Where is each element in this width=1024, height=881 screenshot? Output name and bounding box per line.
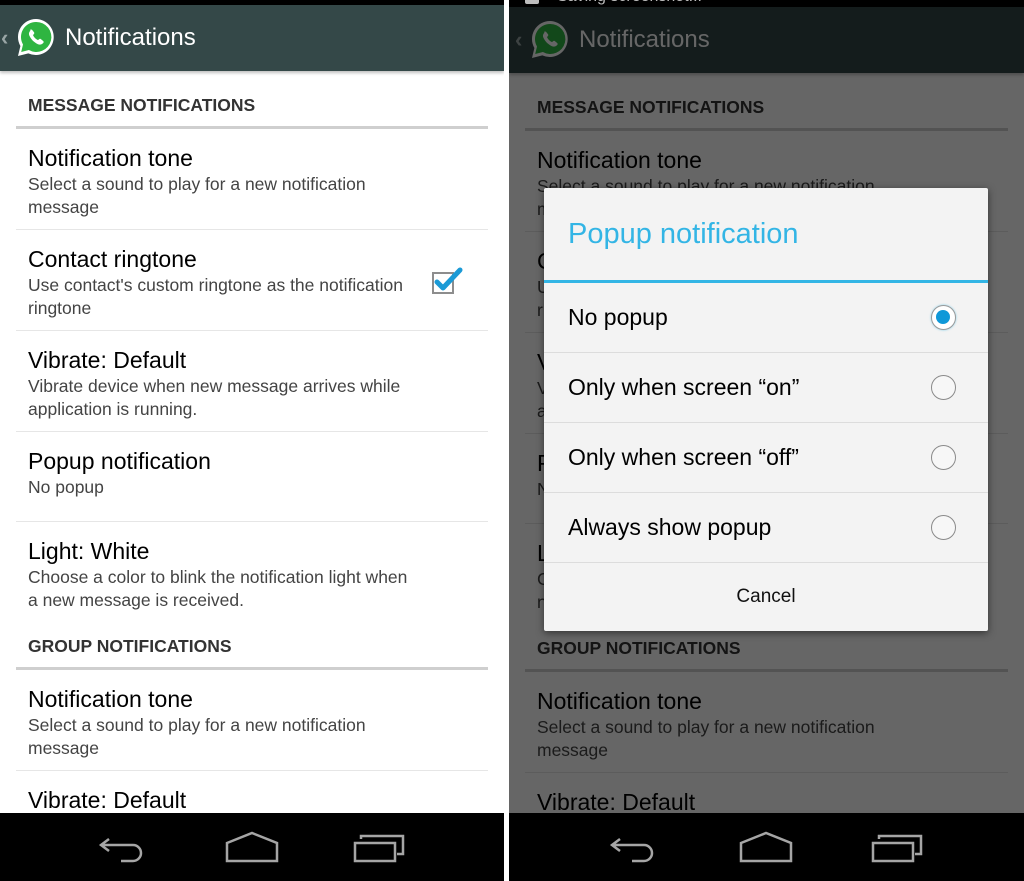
pref-title: Popup notification — [28, 448, 211, 474]
option-label: Always show popup — [568, 514, 772, 540]
recents-icon — [871, 834, 923, 863]
home-button[interactable] — [222, 827, 282, 867]
pref-summary: Select a sound to play for a new notific… — [28, 174, 366, 217]
recents-button[interactable] — [350, 827, 410, 867]
back-icon — [609, 838, 653, 863]
option-screen-on[interactable]: Only when screen “on” — [544, 353, 988, 423]
option-label: Only when screen “on” — [568, 374, 800, 400]
category-message-notifications: MESSAGE NOTIFICATIONS — [16, 71, 488, 129]
category-group-notifications: GROUP NOTIFICATIONS — [16, 622, 488, 670]
radio-selected[interactable] — [931, 305, 956, 330]
chevron-left-icon[interactable]: ‹ — [1, 25, 13, 51]
pref-vibrate[interactable]: Vibrate: Default Vibrate device when new… — [16, 331, 488, 432]
radio-unselected[interactable] — [931, 515, 956, 540]
radio-unselected[interactable] — [931, 375, 956, 400]
pref-group-vibrate[interactable]: Vibrate: Default — [16, 771, 488, 813]
pref-title: Notification tone — [28, 145, 193, 171]
pref-title: Vibrate: Default — [28, 787, 187, 813]
option-label: Only when screen “off” — [568, 444, 799, 470]
pref-title: Light: White — [28, 538, 150, 564]
pref-popup-notification[interactable]: Popup notification No popup — [16, 432, 488, 522]
checkmark-icon — [434, 267, 463, 291]
cancel-button[interactable]: Cancel — [544, 563, 988, 631]
status-bar: Saving screenshot... — [509, 0, 1024, 7]
contact-ringtone-checkbox[interactable] — [432, 267, 463, 294]
pref-summary: Choose a color to blink the notification… — [28, 567, 408, 610]
page-title: Notifications — [65, 24, 196, 51]
phone-screen-right: Saving screenshot... ‹ Notifications MES… — [509, 0, 1024, 881]
pref-notification-tone[interactable]: Notification tone Select a sound to play… — [16, 129, 488, 230]
pref-group-notification-tone[interactable]: Notification tone Select a sound to play… — [16, 670, 488, 771]
option-always-show[interactable]: Always show popup — [544, 493, 988, 563]
status-text: Saving screenshot... — [557, 0, 702, 6]
pref-light[interactable]: Light: White Choose a color to blink the… — [16, 522, 488, 622]
navigation-bar — [0, 813, 504, 881]
whatsapp-logo-icon[interactable] — [13, 15, 59, 61]
radio-unselected[interactable] — [931, 445, 956, 470]
settings-list: MESSAGE NOTIFICATIONS Notification tone … — [0, 71, 504, 813]
pref-contact-ringtone[interactable]: Contact ringtone Use contact's custom ri… — [16, 230, 488, 331]
recents-button[interactable] — [868, 827, 928, 867]
pref-summary: Use contact's custom ringtone as the not… — [28, 275, 403, 318]
pref-title: Contact ringtone — [28, 246, 197, 272]
recents-icon — [353, 834, 405, 863]
pref-summary: Vibrate device when new message arrives … — [28, 376, 401, 419]
back-icon — [98, 838, 143, 863]
home-icon — [740, 831, 793, 863]
option-no-popup[interactable]: No popup — [544, 283, 988, 353]
option-screen-off[interactable]: Only when screen “off” — [544, 423, 988, 493]
pref-title: Notification tone — [28, 686, 193, 712]
dialog-title: Popup notification — [568, 218, 799, 250]
option-label: No popup — [568, 304, 668, 330]
action-bar: ‹ Notifications — [0, 5, 504, 71]
home-button[interactable] — [736, 827, 796, 867]
back-button[interactable] — [94, 827, 154, 867]
phone-screen-left: ‹ Notifications MESSAGE NOTIFICATIONS No… — [0, 0, 504, 881]
pref-title: Vibrate: Default — [28, 347, 187, 373]
screenshot-icon — [525, 0, 539, 4]
navigation-bar — [509, 813, 1024, 881]
pref-summary: No popup — [28, 477, 104, 497]
pref-summary: Select a sound to play for a new notific… — [28, 715, 366, 758]
home-icon — [225, 831, 279, 863]
popup-notification-dialog: Popup notification No popup Only when sc… — [544, 188, 988, 631]
back-button[interactable] — [605, 827, 665, 867]
